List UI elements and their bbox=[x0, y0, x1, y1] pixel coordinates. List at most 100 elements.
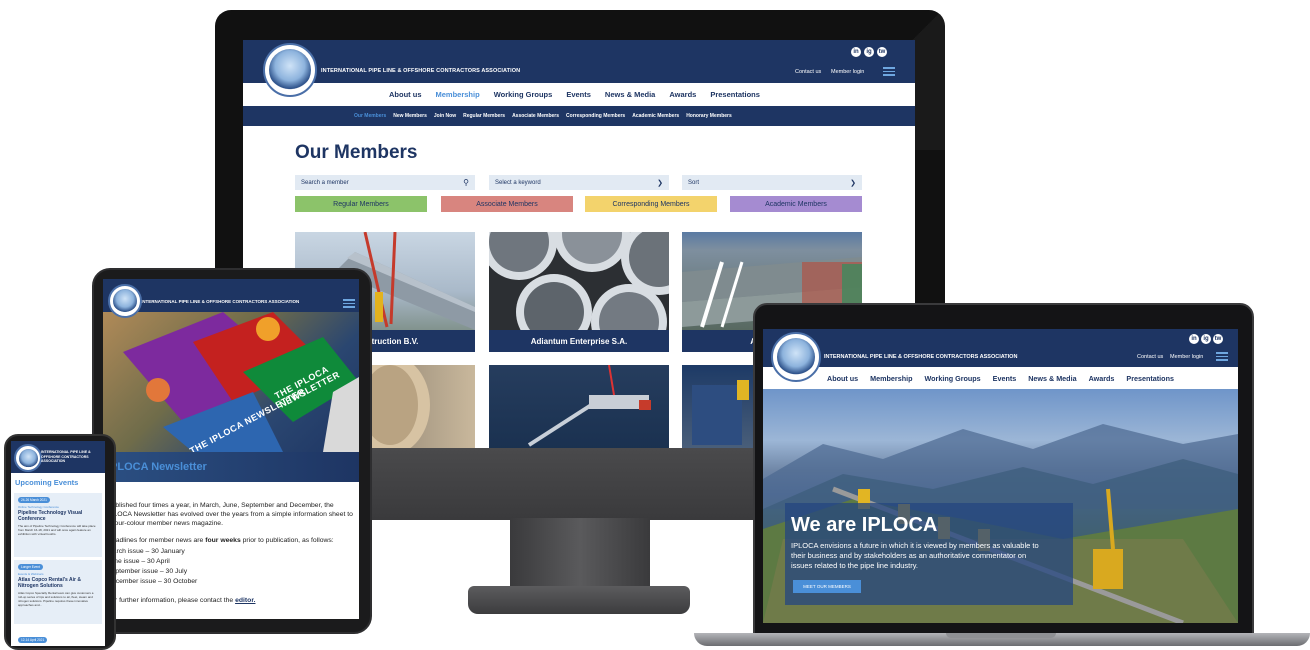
brand-name: INTERNATIONAL PIPE LINE & OFFSHORE CONTR… bbox=[824, 354, 1018, 360]
iploca-logo[interactable] bbox=[14, 444, 42, 472]
linkedin-icon[interactable]: in bbox=[1189, 334, 1199, 344]
hero-title: We are IPLOCA bbox=[791, 514, 938, 536]
iploca-logo[interactable] bbox=[108, 284, 142, 318]
social-links: in ig tw bbox=[1189, 334, 1223, 344]
linkedin-icon[interactable]: in bbox=[851, 47, 861, 57]
nav-presentations[interactable]: Presentations bbox=[710, 90, 760, 99]
site-header: INTERNATIONAL PIPE LINE & OFFSHORE CONTR… bbox=[243, 40, 915, 97]
nav-working-groups[interactable]: Working Groups bbox=[494, 90, 553, 99]
newsletter-title: IPLOCA Newsletter bbox=[107, 461, 207, 473]
filter-academic[interactable]: Academic Members bbox=[730, 196, 862, 212]
twitter-icon[interactable]: tw bbox=[1213, 334, 1223, 344]
event-title: Pipeline Technology Visual Conference bbox=[18, 510, 83, 522]
nav-about[interactable]: About us bbox=[389, 90, 422, 99]
nav-news-media[interactable]: News & Media bbox=[1028, 374, 1076, 383]
keyword-select[interactable]: Select a keyword ❯ bbox=[489, 175, 669, 190]
sub-nav-bar: Our Members New Members Join Now Regular… bbox=[243, 106, 915, 126]
meet-members-button[interactable]: MEET OUR MEMBERS bbox=[793, 580, 861, 593]
phone-header: INTERNATIONAL PIPE LINE & OFFSHORE CONTR… bbox=[11, 441, 105, 473]
chevron-down-icon: ❯ bbox=[850, 179, 856, 187]
instagram-icon[interactable]: ig bbox=[864, 47, 874, 57]
main-nav: About us Membership Working Groups Event… bbox=[827, 374, 1174, 383]
upcoming-events-title: Upcoming Events bbox=[15, 478, 79, 487]
monitor-stand-base bbox=[468, 586, 690, 614]
iploca-logo[interactable] bbox=[771, 332, 821, 382]
event-date-badge: 12-14 April 2021 bbox=[18, 637, 48, 643]
subnav-associate-members[interactable]: Associate Members bbox=[512, 113, 559, 119]
member-tile-caption: Adiantum Enterprise S.A. bbox=[489, 330, 669, 352]
nav-news-media[interactable]: News & Media bbox=[605, 90, 655, 99]
deadline-list: March issue – 30 January June issue – 30… bbox=[107, 547, 197, 587]
subnav-join-now[interactable]: Join Now bbox=[434, 113, 456, 119]
member-tile[interactable]: Adiantum Enterprise S.A. bbox=[489, 232, 669, 352]
instagram-icon[interactable]: ig bbox=[1201, 334, 1211, 344]
laptop-notch bbox=[946, 633, 1056, 638]
event-card[interactable]: Longer Event Events & Webinars Atlas Cop… bbox=[14, 560, 102, 624]
laptop-header: INTERNATIONAL PIPE LINE & OFFSHORE CONTR… bbox=[763, 329, 1238, 382]
filter-corresponding[interactable]: Corresponding Members bbox=[585, 196, 717, 212]
nav-presentations[interactable]: Presentations bbox=[1126, 374, 1174, 383]
hero-image: We are IPLOCA IPLOCA envisions a future … bbox=[763, 389, 1238, 623]
event-date-badge: 24-26 March 2021 bbox=[18, 497, 50, 503]
nav-about[interactable]: About us bbox=[827, 374, 858, 383]
event-category: Online Technology Conference bbox=[18, 505, 59, 509]
menu-icon[interactable] bbox=[1216, 352, 1228, 361]
contact-us-link[interactable]: Contact us bbox=[1137, 354, 1163, 360]
nav-working-groups[interactable]: Working Groups bbox=[924, 374, 980, 383]
monitor-stand-neck bbox=[510, 518, 650, 590]
chevron-down-icon: ❯ bbox=[657, 179, 663, 187]
menu-icon[interactable] bbox=[883, 67, 895, 76]
subnav-honorary-members[interactable]: Honorary Members bbox=[686, 113, 732, 119]
contact-us-link[interactable]: Contact us bbox=[795, 69, 821, 75]
filter-associate[interactable]: Associate Members bbox=[441, 196, 573, 212]
list-item: March issue – 30 January bbox=[107, 548, 185, 555]
event-body: The aim of Pipeline Technology Conferenc… bbox=[18, 524, 96, 536]
nav-events[interactable]: Events bbox=[993, 374, 1017, 383]
main-nav: About us Membership Working Groups Event… bbox=[389, 90, 760, 99]
list-item: June issue – 30 April bbox=[107, 558, 170, 565]
nav-awards[interactable]: Awards bbox=[669, 90, 696, 99]
member-search-input[interactable]: Search a member ⚲ bbox=[295, 175, 475, 190]
brand-name: INTERNATIONAL PIPE LINE & OFFSHORE CONTR… bbox=[321, 68, 521, 74]
twitter-icon[interactable]: tw bbox=[877, 47, 887, 57]
brand-name: INTERNATIONAL PIPE LINE & OFFSHORE CONTR… bbox=[41, 450, 91, 463]
event-date-badge: Longer Event bbox=[18, 564, 43, 570]
laptop-screen: INTERNATIONAL PIPE LINE & OFFSHORE CONTR… bbox=[763, 329, 1238, 623]
nav-membership[interactable]: Membership bbox=[436, 90, 480, 99]
subnav-corresponding-members[interactable]: Corresponding Members bbox=[566, 113, 625, 119]
list-item: September issue – 30 July bbox=[107, 568, 188, 575]
nav-events[interactable]: Events bbox=[566, 90, 591, 99]
page-title: Our Members bbox=[295, 142, 418, 163]
event-card[interactable]: 24-26 March 2021 Online Technology Confe… bbox=[14, 493, 102, 557]
hero-text: IPLOCA envisions a future in which it is… bbox=[791, 541, 1039, 570]
member-tile[interactable] bbox=[489, 365, 669, 448]
tablet-header: INTERNATIONAL PIPE LINE & OFFSHORE CONTR… bbox=[103, 279, 359, 318]
phone-screen: INTERNATIONAL PIPE LINE & OFFSHORE CONTR… bbox=[11, 441, 105, 646]
newsletter-deadlines-intro: Deadlines for member news are four weeks… bbox=[107, 537, 334, 544]
member-login-link[interactable]: Member login bbox=[831, 69, 864, 75]
sort-select[interactable]: Sort ❯ bbox=[682, 175, 862, 190]
nav-awards[interactable]: Awards bbox=[1089, 374, 1115, 383]
event-title: Atlas Copco Rental's Air & Nitrogen Solu… bbox=[18, 577, 81, 589]
member-login-link[interactable]: Member login bbox=[1170, 354, 1203, 360]
list-item: December issue – 30 October bbox=[107, 578, 198, 585]
social-links: in ig tw bbox=[851, 47, 887, 57]
subnav-regular-members[interactable]: Regular Members bbox=[463, 113, 505, 119]
event-category: Events & Webinars bbox=[18, 572, 44, 576]
subnav-our-members[interactable]: Our Members bbox=[354, 113, 386, 119]
subnav-new-members[interactable]: New Members bbox=[393, 113, 427, 119]
tablet-screen: INTERNATIONAL PIPE LINE & OFFSHORE CONTR… bbox=[103, 279, 359, 619]
event-body: Atlas Copco Specialty Rental team can gi… bbox=[18, 591, 94, 607]
filter-regular[interactable]: Regular Members bbox=[295, 196, 427, 212]
newsletter-intro: Published four times a year, in March, J… bbox=[107, 502, 353, 527]
subnav-academic-members[interactable]: Academic Members bbox=[632, 113, 679, 119]
iploca-logo[interactable] bbox=[263, 43, 317, 97]
menu-icon[interactable] bbox=[343, 299, 355, 308]
sub-nav: Our Members New Members Join Now Regular… bbox=[354, 113, 732, 119]
search-icon[interactable]: ⚲ bbox=[463, 178, 469, 187]
brand-name: INTERNATIONAL PIPE LINE & OFFSHORE CONTR… bbox=[141, 299, 300, 304]
newsletter-contact: For further information, please contact … bbox=[107, 597, 256, 604]
nav-membership[interactable]: Membership bbox=[870, 374, 912, 383]
newsletter-collage: THE IPLOCA NEWSLETTER THE IPLOCA NEWSLET… bbox=[103, 312, 359, 452]
editor-link[interactable]: editor. bbox=[235, 597, 255, 604]
